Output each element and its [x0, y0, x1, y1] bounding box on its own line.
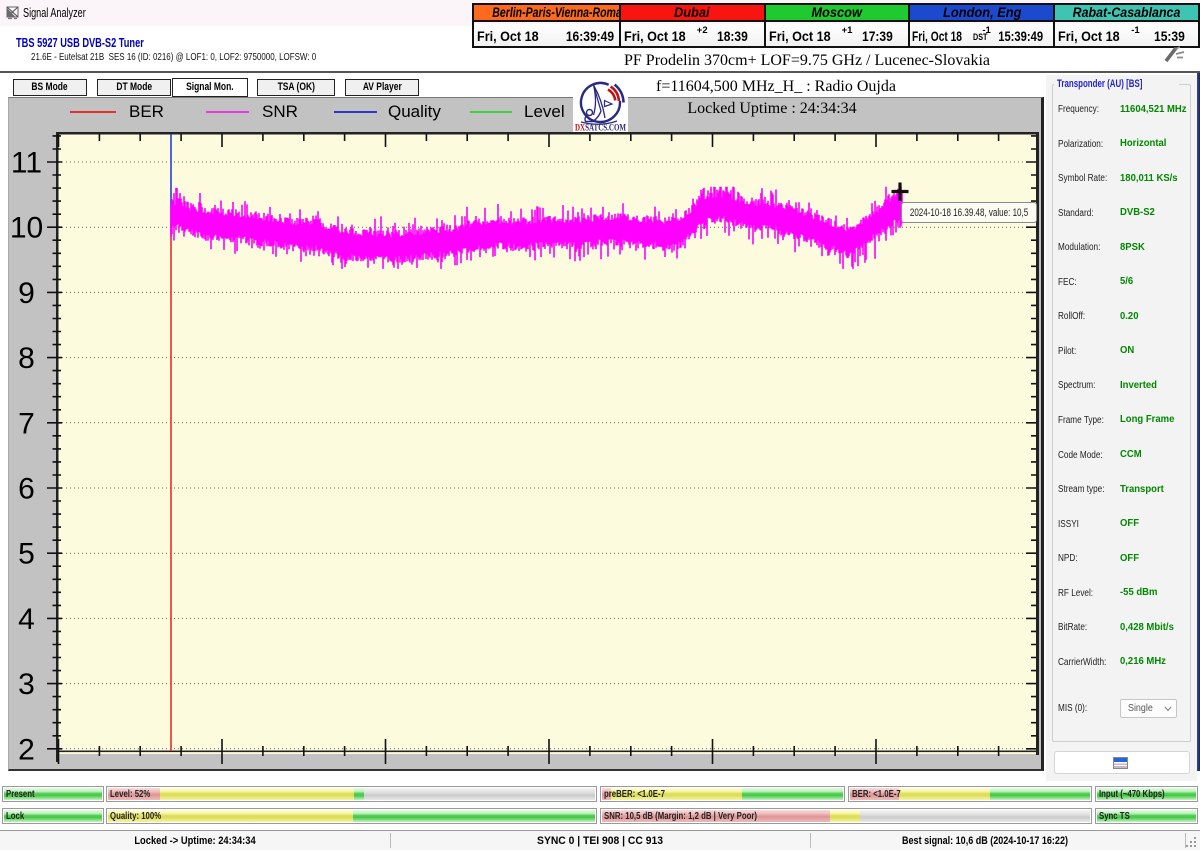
- svg-text:DXSATCS.COM: DXSATCS.COM: [575, 123, 626, 133]
- svg-text:9: 9: [18, 277, 35, 310]
- svg-text:11: 11: [11, 147, 42, 180]
- svg-text:8: 8: [18, 342, 35, 375]
- svg-text:2: 2: [18, 733, 35, 766]
- svg-text:5: 5: [18, 538, 35, 571]
- svg-text:7: 7: [18, 407, 35, 440]
- svg-text:10: 10: [10, 212, 43, 245]
- svg-text:6: 6: [18, 473, 35, 506]
- svg-text:3: 3: [18, 668, 35, 701]
- svg-text:4: 4: [18, 603, 35, 636]
